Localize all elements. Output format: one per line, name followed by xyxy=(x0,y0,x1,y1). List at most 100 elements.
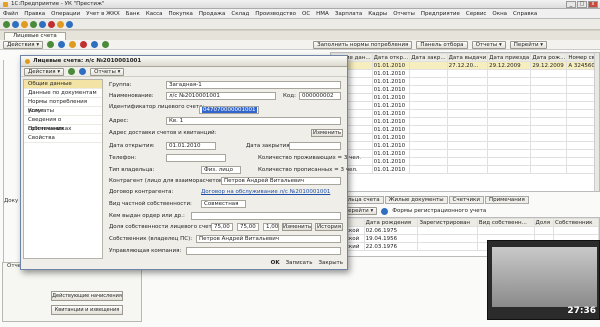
menu-item[interactable]: Справка xyxy=(513,11,537,17)
refresh-icon[interactable] xyxy=(102,41,110,48)
share-field-b[interactable]: 75,00 xyxy=(237,223,259,231)
ownership-field[interactable]: Совместная xyxy=(201,200,246,208)
dialog-sidebar-item[interactable]: Нормы потребления услуг xyxy=(24,98,102,114)
add-icon[interactable] xyxy=(47,41,55,48)
table-row[interactable]: 01.01.2010 xyxy=(331,141,599,150)
table-row[interactable]: 01.01.2010 xyxy=(331,165,599,174)
grid-column-header[interactable]: Дата выдачи xyxy=(446,53,489,62)
table-row[interactable]: 01.01.2010 xyxy=(331,101,599,110)
delete-icon[interactable] xyxy=(48,20,55,28)
grid-scrollbar[interactable] xyxy=(594,53,599,191)
menu-item[interactable]: Склад xyxy=(231,11,249,17)
table-row[interactable]: 01.01.2010 xyxy=(331,125,599,134)
residents-column-header[interactable]: Собственник xyxy=(552,218,599,227)
find-icon[interactable] xyxy=(39,20,46,28)
receipts-button[interactable]: Квитанции и извещения xyxy=(51,305,123,315)
copy-icon[interactable] xyxy=(58,41,66,48)
residents-column-header[interactable]: Зарегистрирован xyxy=(417,218,478,227)
table-row[interactable]: Мужской02.06.1975 xyxy=(331,226,599,235)
dialog-actions-menu[interactable]: Действия ▾ xyxy=(24,67,65,76)
table-row[interactable]: 01.01.2010 xyxy=(331,133,599,142)
open-icon[interactable] xyxy=(12,20,19,28)
menu-item[interactable]: Кадры xyxy=(368,11,387,17)
lower-tab[interactable]: Примечания xyxy=(484,196,529,204)
open-date-field[interactable]: 01.01.2010 xyxy=(166,142,216,150)
menu-item[interactable]: ОС xyxy=(302,11,310,17)
actions-menu[interactable]: Действия ▾ xyxy=(3,40,44,49)
mgmt-field[interactable] xyxy=(186,247,341,255)
maximize-button[interactable]: □ xyxy=(577,1,587,8)
goto-menu[interactable]: Перейти ▾ xyxy=(509,40,548,49)
menu-item[interactable]: Предприятие xyxy=(421,11,460,17)
menu-item[interactable]: НМА xyxy=(316,11,329,17)
menu-item[interactable]: Продажа xyxy=(199,11,226,17)
close-button[interactable]: x xyxy=(588,1,598,8)
accounts-grid[interactable]: Общие дан... Дата откр... Дата закр... Дата… xyxy=(330,52,600,192)
save-button[interactable]: Записать xyxy=(286,260,313,266)
change-share-button[interactable]: Изменить xyxy=(282,223,312,231)
table-row[interactable]: 01.01.2010 xyxy=(331,109,599,118)
group-field[interactable]: Загадная-1 xyxy=(166,81,341,89)
menu-item[interactable]: Правка xyxy=(24,11,45,17)
name-field[interactable]: л/с №2010001001 xyxy=(166,92,276,100)
menu-item[interactable]: Отчеты xyxy=(393,11,415,17)
edit-icon[interactable] xyxy=(69,41,77,48)
close-dialog-button[interactable]: Закрыть xyxy=(319,260,344,266)
share-field-c[interactable]: 1,00 xyxy=(263,223,279,231)
share-field-a[interactable]: 75,00 xyxy=(211,223,233,231)
tab-accounts[interactable]: Лицевые счета xyxy=(4,31,66,40)
reports-menu[interactable]: Отчеты ▾ xyxy=(471,40,506,49)
dialog-save-icon[interactable] xyxy=(68,68,76,75)
lower-tab[interactable]: Жилые документы xyxy=(384,196,448,204)
print-icon[interactable] xyxy=(30,20,37,28)
forms-label[interactable]: Формы регистрационного учета xyxy=(392,208,486,214)
video-thumbnail[interactable]: 27:36 xyxy=(487,240,600,320)
owner-type-field[interactable]: Физ. лицо xyxy=(201,166,241,174)
ident-field[interactable]: 047070000001001 xyxy=(199,106,259,114)
grid-column-header[interactable]: Дата закр... xyxy=(409,53,448,62)
mark-delete-icon[interactable] xyxy=(80,41,88,48)
ok-button[interactable]: OK xyxy=(271,260,280,266)
selection-panel-button[interactable]: Панель отбора xyxy=(416,40,468,49)
dialog-sidebar-item[interactable]: Комнаты xyxy=(24,107,102,116)
menu-item[interactable]: Зарплата xyxy=(335,11,362,17)
menu-item[interactable]: Файл xyxy=(3,11,18,17)
counterparty-field[interactable]: Петров Андрей Витальевич xyxy=(221,177,341,185)
menu-item[interactable]: Банк xyxy=(126,11,140,17)
current-charges-button[interactable]: Действующие начисления xyxy=(51,291,123,301)
address-field[interactable]: Кв. 1 xyxy=(166,117,341,125)
back-icon[interactable] xyxy=(3,20,10,28)
dialog-reports-menu[interactable]: Отчеты ▾ xyxy=(90,67,125,76)
calc-icon[interactable] xyxy=(57,20,64,28)
dialog-sidebar-item[interactable]: Сведения о собственниках xyxy=(24,116,102,132)
fill-norms-button[interactable]: Заполнить нормы потребления xyxy=(313,40,413,49)
save-icon[interactable] xyxy=(21,20,28,28)
menu-item[interactable]: Окна xyxy=(492,11,507,17)
grid-column-header[interactable]: Дата рож... xyxy=(530,53,568,62)
owner-field[interactable]: Петров Андрей Витальевич xyxy=(196,235,341,243)
residents-column-header[interactable]: Вид собственн... xyxy=(476,218,535,227)
menu-item[interactable]: Производство xyxy=(255,11,296,17)
table-row[interactable]: 01.01.2010 xyxy=(331,77,599,86)
lower-tab[interactable]: Счетчики xyxy=(448,196,484,204)
table-row[interactable]: 01.01.2010 xyxy=(331,149,599,158)
contract-link[interactable]: Договор на обслуживание л/с №2010001001 xyxy=(201,189,330,195)
filter-icon[interactable] xyxy=(91,41,99,48)
history-button[interactable]: История xyxy=(315,223,343,231)
table-row[interactable]: 01.01.2010 27.12.20... 29.12.2009 29.12.200… xyxy=(331,61,599,70)
menu-item[interactable]: Покупка xyxy=(169,11,193,17)
dialog-refresh-icon[interactable] xyxy=(79,68,87,75)
phone-field[interactable] xyxy=(166,154,226,162)
table-row[interactable]: 01.01.2010 xyxy=(331,85,599,94)
menu-item[interactable]: Сервис xyxy=(466,11,487,17)
dialog-sidebar-item[interactable]: Свойства xyxy=(24,134,102,143)
grid-column-header[interactable]: Дата откр... xyxy=(371,53,411,62)
issued-by-field[interactable] xyxy=(191,212,341,220)
dialog-sidebar-item[interactable]: Данные по документам xyxy=(24,89,102,98)
menu-item[interactable]: Касса xyxy=(146,11,163,17)
close-date-field[interactable] xyxy=(289,142,341,150)
minimize-button[interactable]: _ xyxy=(566,1,576,8)
residents-column-header[interactable]: Доля xyxy=(533,218,554,227)
dialog-sidebar-item[interactable]: Общие данные xyxy=(24,80,102,89)
help-icon[interactable] xyxy=(66,20,73,28)
